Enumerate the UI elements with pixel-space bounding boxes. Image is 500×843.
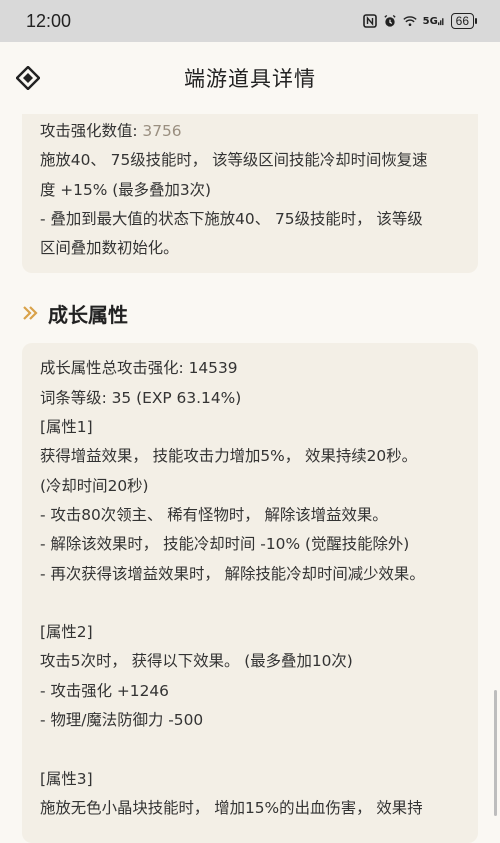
effect-line: - 叠加到最大值的状态下施放40、 75级技能时， 该等级 [40,209,423,228]
status-bar: 12:00 5G 66 [0,0,500,42]
wifi-icon [402,14,417,28]
attribute-heading: [属性2] [40,623,93,642]
growth-section-header: 成长属性 [0,283,500,343]
growth-line: 成长属性总攻击强化: 14539 [40,359,238,378]
growth-line: - 攻击强化 +1246 [40,681,169,700]
growth-line: 攻击5次时， 获得以下效果。 (最多叠加10次) [40,652,353,671]
growth-line: - 解除该效果时， 技能冷却时间 -10% (觉醒技能除外) [40,535,410,554]
attack-strength-line: 攻击强化数值: 3756 [40,117,460,146]
growth-line: (冷却时间20秒) [40,476,149,495]
attribute-heading: [属性1] [40,418,93,437]
attribute-heading: [属性3] [40,769,93,788]
growth-line: 词条等级: 35 (EXP 63.14%) [40,388,242,407]
growth-section-title: 成长属性 [48,302,128,327]
growth-line: - 攻击80次领主、 稀有怪物时， 解除该增益效果。 [40,505,388,524]
signal-label: 5G [422,15,438,27]
effect-card: 攻击强化数值: 3756 施放40、 75级技能时， 该等级区间技能冷却时间恢复… [22,114,478,274]
battery-indicator: 66 [450,13,478,29]
growth-line: 施放无色小晶块技能时， 增加15%的出血伤害， 效果持 [40,798,423,817]
growth-line: - 再次获得该增益效果时， 解除技能冷却时间减少效果。 [40,564,425,583]
back-logo-icon[interactable] [15,65,41,91]
page-title: 端游道具详情 [184,67,316,91]
page-header: 端游道具详情 [0,42,500,114]
signal-5g-icon: 5G [423,14,445,28]
attack-strength-label: 攻击强化数值: [40,122,143,140]
scrollbar[interactable] [494,690,497,816]
status-time: 12:00 [26,10,72,31]
growth-line: 获得增益效果， 技能攻击力增加5%， 效果持续20秒。 [40,447,417,466]
growth-attributes-card: 成长属性总攻击强化: 14539 词条等级: 35 (EXP 63.14%) [… [22,343,478,843]
nfc-icon [362,14,377,28]
effect-line: 施放40、 75级技能时， 该等级区间技能冷却时间恢复速 [40,151,428,170]
growth-line: - 物理/魔法防御力 -500 [40,711,204,730]
double-chevron-right-icon [22,304,40,322]
effect-line: 度 +15% (最多叠加3次) [40,180,212,199]
status-icons: 5G 66 [362,13,478,29]
effect-line: 区间叠加数初始化。 [40,239,179,258]
alarm-icon [383,14,397,28]
attack-strength-value: 3756 [142,122,182,140]
